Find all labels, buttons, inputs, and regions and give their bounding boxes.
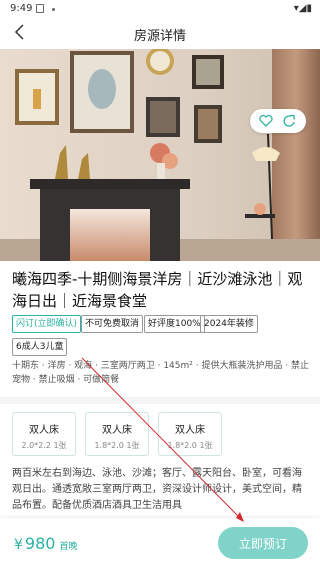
bed-size: 1.8*2.0 1张 [167, 441, 213, 450]
bed-size: 1.8*2.0 1张 [94, 441, 140, 450]
bed-size: 2.0*2.2 1张 [21, 441, 67, 450]
notification-dot-icon [52, 8, 55, 11]
tag-no-free-cancel: 不可免费取消 [81, 315, 144, 333]
status-bar: 9:49 ▾◢▮ [0, 0, 320, 18]
bed-name: 双人床 [29, 425, 59, 436]
tag-renovation: 2024年装修 [200, 315, 258, 333]
hero-actions [250, 109, 306, 133]
heart-icon[interactable] [258, 113, 274, 129]
price: ¥980 首晚 [14, 534, 77, 553]
bed-name: 双人床 [175, 425, 205, 436]
bottom-bar: ¥980 首晚 立即预订 [0, 518, 320, 568]
share-icon[interactable] [282, 113, 298, 129]
book-now-button[interactable]: 立即预订 [218, 527, 308, 559]
bed-name: 双人床 [102, 425, 132, 436]
status-right-icons: ▾◢▮ [293, 3, 312, 14]
price-currency: ¥ [14, 537, 23, 553]
divider [0, 397, 320, 404]
house-title: 曦海四季-十期侧海景洋房｜近沙滩泳池｜观海日出｜近海景食堂 [12, 270, 303, 310]
sim-icon [36, 4, 44, 13]
tag-occupancy: 6成人3儿童 [12, 338, 68, 356]
bed-card: 双人床 1.8*2.0 1张 [158, 412, 222, 456]
nav-bar: 房源详情 [0, 18, 320, 48]
bed-card: 双人床 1.8*2.0 1张 [85, 412, 149, 456]
house-intro: 两百米左右到海边、泳池、沙滩；客厅、露天阳台、卧室，可看海观日出。通透宽敞三室两… [12, 468, 302, 511]
tag-instant-confirm: 闪订(立即确认) [12, 315, 82, 333]
price-amount: 980 [24, 534, 56, 553]
bed-card: 双人床 2.0*2.2 1张 [12, 412, 76, 456]
bed-list: 双人床 2.0*2.2 1张 双人床 1.8*2.0 1张 双人床 1.8*2.… [12, 412, 312, 456]
hero-image[interactable] [0, 49, 320, 261]
house-description: 十期东 · 洋房 · 观海 · 三室两厅两卫 · 145m² · 提供大瓶装洗护… [12, 361, 310, 385]
price-unit: 首晚 [59, 542, 78, 552]
page-title: 房源详情 [133, 29, 186, 44]
status-time: 9:49 [10, 3, 33, 14]
tag-rating: 好评度100% [144, 315, 205, 333]
room-photo [0, 49, 320, 261]
